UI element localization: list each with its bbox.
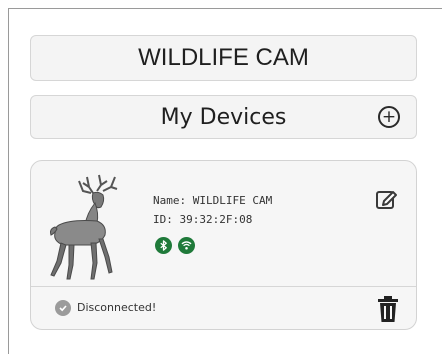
delete-device-button[interactable] (376, 295, 400, 323)
wifi-icon (178, 237, 195, 254)
device-card-body: Name: WILDLIFE CAM ID: 39:32:2F:08 (31, 161, 416, 286)
app-frame: WILDLIFE CAM My Devices + Name: WILDLIFE… (0, 0, 442, 354)
device-id: ID: 39:32:2F:08 (153, 213, 253, 226)
connection-icons (155, 237, 195, 254)
connection-status: Disconnected! (77, 301, 157, 314)
plus-circle-icon: + (381, 106, 397, 127)
device-info: Name: WILDLIFE CAM ID: 39:32:2F:08 (153, 191, 272, 229)
check-circle-icon (55, 300, 71, 316)
device-card[interactable]: Name: WILDLIFE CAM ID: 39:32:2F:08 Disco… (30, 160, 417, 330)
devices-header: My Devices + (30, 95, 417, 139)
devices-header-label: My Devices (160, 104, 287, 130)
deer-image (50, 174, 118, 280)
app-title-bar: WILDLIFE CAM (30, 35, 417, 81)
device-status-row: Disconnected! (31, 287, 416, 329)
app-title: WILDLIFE CAM (138, 44, 309, 71)
frame-border-left (8, 8, 9, 354)
trash-icon (378, 296, 398, 322)
edit-icon (376, 191, 397, 209)
device-name: Name: WILDLIFE CAM (153, 194, 273, 207)
add-device-button[interactable]: + (378, 106, 400, 128)
edit-device-button[interactable] (374, 187, 398, 211)
bluetooth-icon (155, 237, 172, 254)
frame-border-top (8, 8, 442, 9)
